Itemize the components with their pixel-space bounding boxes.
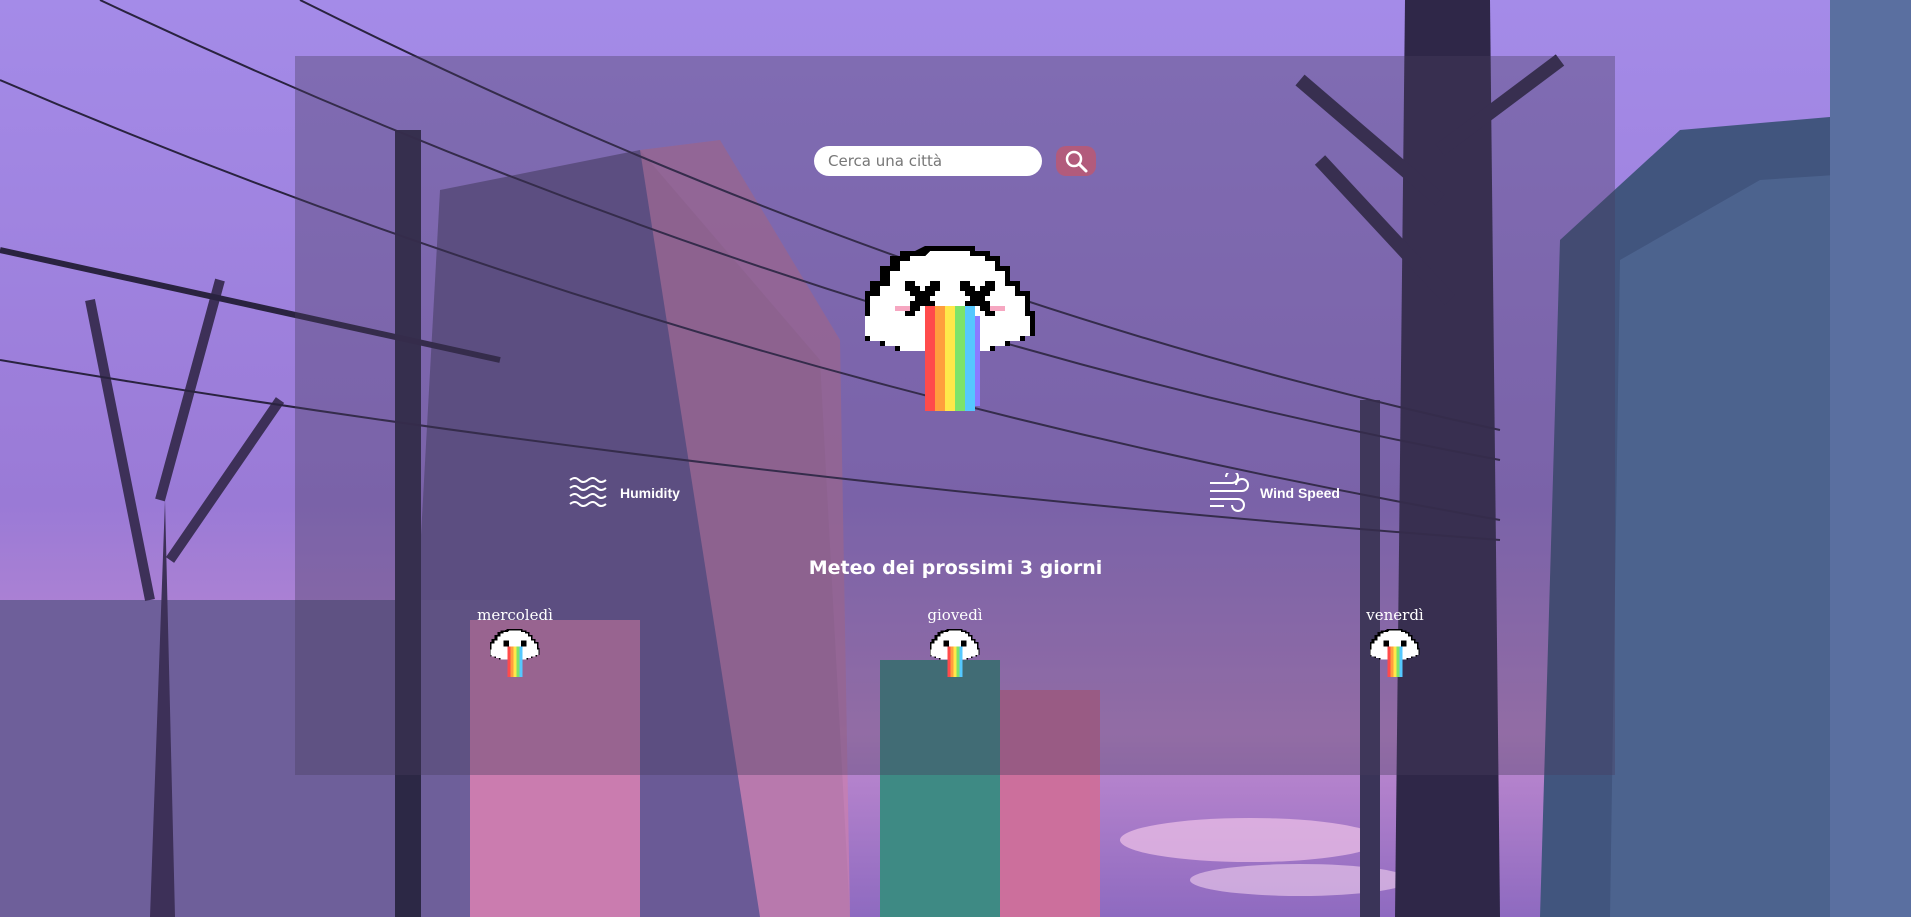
rainbow-cloud-icon: [490, 629, 540, 677]
rainbow-cloud-icon: [1370, 629, 1420, 677]
search-bar: [814, 146, 1042, 176]
humidity-stat: Humidity: [568, 474, 680, 512]
forecast-title: Meteo dei prossimi 3 giorni: [808, 557, 1103, 579]
search-button[interactable]: [1056, 146, 1096, 176]
forecast-day: mercoledì: [455, 605, 575, 677]
forecast-day-name: mercoledì: [477, 606, 553, 624]
waves-icon: [569, 477, 607, 507]
search-icon: [1065, 150, 1088, 173]
forecast-day-name: giovedì: [927, 606, 983, 624]
city-search-input[interactable]: [814, 146, 1042, 176]
forecast-day-name: venerdì: [1366, 606, 1424, 624]
wind-icon: [1210, 473, 1249, 512]
wind-speed-stat: Wind Speed: [1208, 473, 1340, 513]
forecast-day: venerdì: [1335, 605, 1455, 677]
rainbow-cloud-icon: [930, 629, 980, 677]
wind-speed-label: Wind Speed: [1260, 485, 1340, 501]
humidity-label: Humidity: [620, 485, 680, 501]
forecast-day: giovedì: [895, 605, 1015, 677]
rainbow-cloud-icon: [865, 246, 1035, 411]
